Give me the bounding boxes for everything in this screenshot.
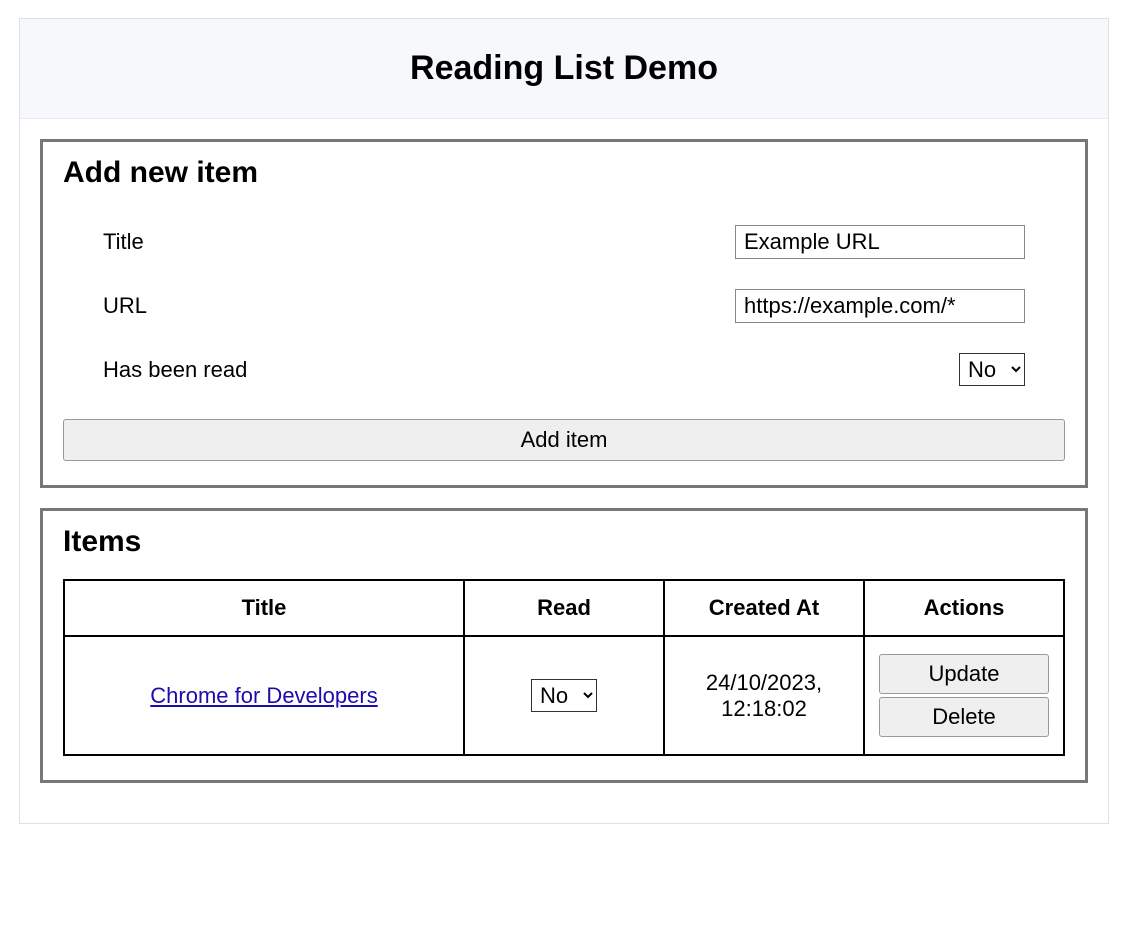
has-been-read-select[interactable]: No Yes bbox=[959, 353, 1025, 386]
item-created-at-cell: 24/10/2023, 12:18:02 bbox=[664, 636, 864, 755]
item-read-cell: No Yes bbox=[464, 636, 664, 755]
title-row: Title bbox=[63, 210, 1065, 274]
col-header-actions: Actions bbox=[864, 580, 1064, 636]
items-panel: Items Title Read Created At Actions Chro… bbox=[40, 508, 1088, 783]
items-table: Title Read Created At Actions Chrome for… bbox=[63, 579, 1065, 756]
has-been-read-label: Has been read bbox=[103, 357, 247, 383]
app-header: Reading List Demo bbox=[20, 19, 1108, 119]
add-item-button[interactable]: Add item bbox=[63, 419, 1065, 461]
item-title-link[interactable]: Chrome for Developers bbox=[150, 683, 377, 708]
update-button[interactable]: Update bbox=[879, 654, 1049, 694]
col-header-read: Read bbox=[464, 580, 664, 636]
col-header-title: Title bbox=[64, 580, 464, 636]
url-row: URL bbox=[63, 274, 1065, 338]
app-container: Reading List Demo Add new item Title URL… bbox=[19, 18, 1109, 824]
app-content: Add new item Title URL Has been read No … bbox=[20, 119, 1108, 823]
delete-button[interactable]: Delete bbox=[879, 697, 1049, 737]
url-label: URL bbox=[103, 293, 147, 319]
col-header-created-at: Created At bbox=[664, 580, 864, 636]
has-been-read-row: Has been read No Yes bbox=[63, 338, 1065, 401]
items-header-row: Title Read Created At Actions bbox=[64, 580, 1064, 636]
items-heading: Items bbox=[63, 525, 1065, 559]
page-title: Reading List Demo bbox=[20, 49, 1108, 88]
item-title-cell: Chrome for Developers bbox=[64, 636, 464, 755]
table-row: Chrome for Developers No Yes 24/10/2023,… bbox=[64, 636, 1064, 755]
add-item-heading: Add new item bbox=[63, 156, 1065, 190]
add-item-panel: Add new item Title URL Has been read No … bbox=[40, 139, 1088, 488]
title-label: Title bbox=[103, 229, 144, 255]
title-input[interactable] bbox=[735, 225, 1025, 259]
item-read-select[interactable]: No Yes bbox=[531, 679, 597, 712]
url-input[interactable] bbox=[735, 289, 1025, 323]
item-actions-cell: Update Delete bbox=[864, 636, 1064, 755]
